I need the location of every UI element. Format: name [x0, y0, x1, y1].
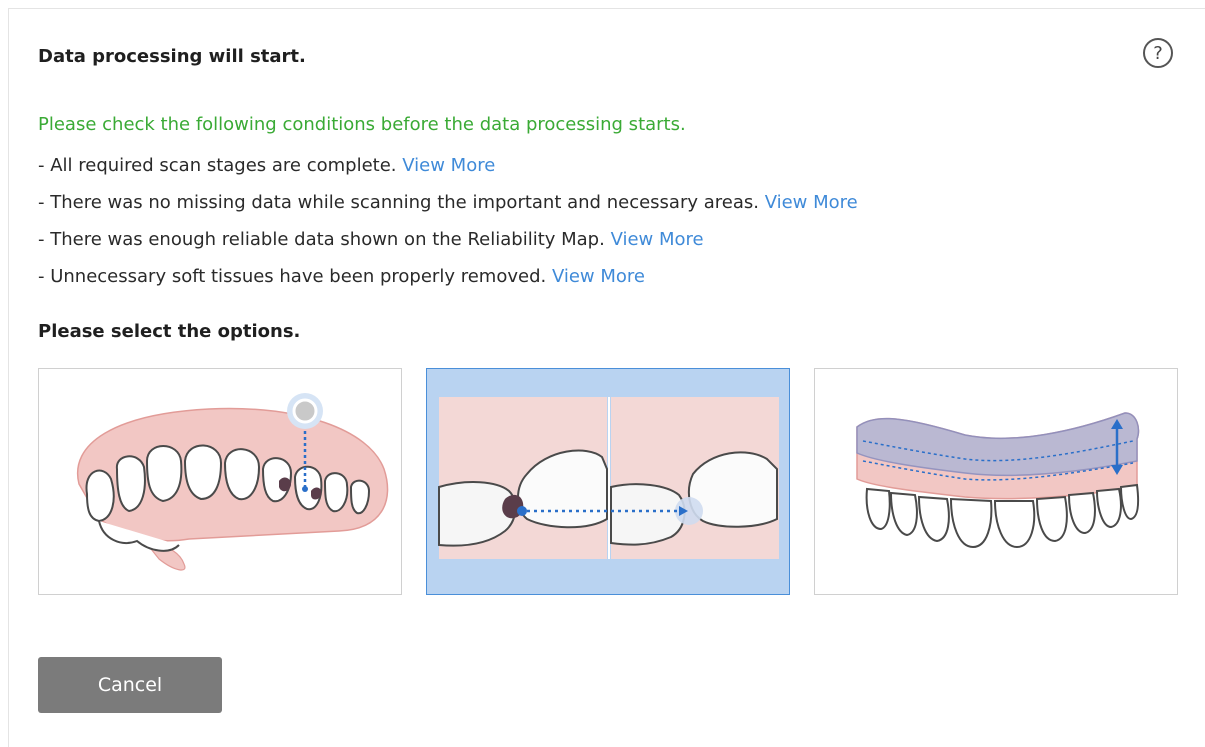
condition-item: - All required scan stages are complete.… [38, 155, 496, 176]
option-trim-gingiva[interactable] [814, 368, 1178, 595]
help-button[interactable]: ? [1143, 38, 1173, 68]
cancel-button[interactable]: Cancel [38, 657, 222, 713]
option-fill-gaps[interactable] [426, 368, 790, 595]
view-more-link[interactable]: View More [611, 229, 704, 250]
trim-gingiva-height-icon [856, 412, 1140, 549]
fill-holes-icon [76, 393, 389, 571]
condition-item: - There was no missing data while scanni… [38, 192, 858, 213]
view-more-link[interactable]: View More [765, 192, 858, 213]
fill-gaps-icon [438, 397, 779, 559]
condition-item: - There was enough reliable data shown o… [38, 229, 704, 250]
intro-text: Please check the following conditions be… [38, 114, 686, 135]
view-more-link[interactable]: View More [402, 155, 495, 176]
condition-item: - Unnecessary soft tissues have been pro… [38, 266, 645, 287]
option-fill-holes[interactable] [38, 368, 402, 595]
options-title: Please select the options. [38, 321, 301, 342]
view-more-link[interactable]: View More [552, 266, 645, 287]
dialog-title: Data processing will start. [38, 46, 306, 67]
conditions-list: - All required scan stages are complete.… [38, 153, 858, 301]
question-mark-icon: ? [1153, 42, 1163, 64]
